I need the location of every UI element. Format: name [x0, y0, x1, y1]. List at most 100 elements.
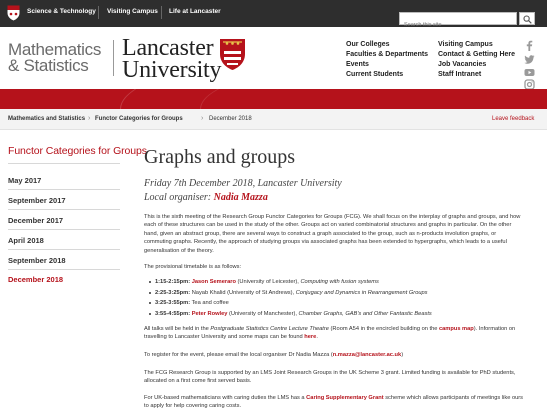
intro-line: This is the sixth meeting of the Researc… [144, 214, 521, 220]
logo-divider [113, 40, 114, 76]
header-banner-band [0, 89, 547, 109]
caring-text: For UK-based mathematicians with caring … [144, 395, 307, 401]
caring-text: scheme which allows participants of meet… [383, 395, 524, 401]
sidebar-item-may-2017[interactable]: May 2017 [8, 176, 41, 185]
support-line: The FCG Research Group is supported by a… [144, 370, 516, 376]
speaker-affiliation: (University of Leicester), [235, 279, 301, 285]
sidebar-divider [8, 209, 120, 210]
sidebar-divider [8, 269, 120, 270]
search-icon [523, 15, 532, 24]
search-box[interactable] [399, 12, 517, 31]
header-link-events[interactable]: Events [346, 60, 428, 70]
university-shield-icon[interactable] [7, 5, 20, 21]
speaker-affiliation: (University of St Andrews), [225, 290, 296, 296]
speaker-link[interactable]: Jason Semeraro [192, 279, 236, 285]
organiser-label: Local organiser: [144, 192, 212, 203]
sidebar-divider [8, 189, 120, 190]
sidebar-item-december-2018[interactable]: December 2018 [8, 275, 63, 284]
sidebar-title[interactable]: Functor Categories for Groups [8, 145, 147, 157]
schedule-time: 3:25-3:55pm: [155, 300, 191, 306]
leave-feedback-link[interactable]: Leave feedback [492, 116, 534, 122]
header-link-visiting-campus[interactable]: Visiting Campus [438, 40, 515, 50]
speaker-name: Nayab Khalid [191, 290, 226, 296]
schedule-time: 3:55-4:55pm: [155, 311, 191, 317]
venue-text: ). Information on [473, 326, 516, 332]
breadcrumb-link-maths[interactable]: Mathematics and Statistics [8, 116, 85, 122]
organiser-name: Nadia Mazza [213, 192, 268, 203]
site-header: Mathematics & Statistics Lancaster Unive… [0, 27, 547, 90]
bullet-icon [149, 280, 151, 283]
register-text: To register for the event, please email … [144, 352, 333, 358]
topbar-link-science[interactable]: Science & Technology [27, 8, 96, 15]
sidebar-divider [8, 163, 120, 164]
search-button[interactable] [519, 12, 535, 25]
sidebar-item-december-2017[interactable]: December 2017 [8, 216, 63, 225]
organiser-line: Local organiser: Nadia Mazza [144, 192, 268, 203]
breadcrumb-chevron-icon: › [201, 115, 204, 122]
university-crest-icon [220, 39, 245, 70]
header-link-staff-intranet[interactable]: Staff Intranet [438, 70, 515, 80]
intro-line: hand, given an abstract group, there are… [144, 230, 497, 237]
speaker-affiliation: (University of Manchester), [227, 311, 299, 317]
campus-map-link[interactable]: campus map [439, 326, 474, 332]
topbar-link-visiting[interactable]: Visiting Campus [107, 8, 158, 15]
venue-name: Postgraduate Statistics Centre Lecture T… [210, 326, 329, 332]
header-nav-col1: Our Colleges Faculties & Departments Eve… [346, 40, 428, 80]
bullet-icon [149, 312, 151, 315]
talk-title: Chamber Graphs, GAB's and Other Fantasti… [298, 311, 432, 317]
department-name-line2: & Statistics [8, 56, 89, 75]
header-link-contact[interactable]: Contact & Getting Here [438, 50, 515, 60]
sidebar-item-september-2018[interactable]: September 2018 [8, 256, 66, 265]
organiser-email-link[interactable]: n.mazza@lancaster.ac.uk [333, 352, 401, 358]
sidebar-divider [8, 249, 120, 250]
header-link-job-vacancies[interactable]: Job Vacancies [438, 60, 515, 70]
break-label: Tea and coffee [190, 300, 229, 306]
breadcrumb-chevron-icon: › [88, 115, 91, 122]
schedule-time: 1:15-2:15pm: [155, 279, 191, 285]
intro-line: commuting graphs. Recently, the approach… [144, 239, 507, 246]
venue-text: (Room A54 in the encircled building on t… [328, 326, 439, 332]
header-link-faculties[interactable]: Faculties & Departments [346, 50, 428, 60]
header-link-our-colleges[interactable]: Our Colleges [346, 40, 428, 50]
university-name-line2: University [122, 57, 222, 83]
speaker-link[interactable]: Peter Rowley [192, 311, 228, 317]
university-logo[interactable]: Lancaster University [122, 35, 222, 83]
support-paragraph: The FCG Research Group is supported by a… [144, 369, 539, 386]
venue-text: All talks will be held in the [144, 326, 211, 332]
caring-line: For UK-based mathematicians with caring … [144, 394, 539, 402]
register-paragraph: To register for the event, please email … [144, 351, 539, 359]
university-name-line1: Lancaster [122, 35, 214, 61]
topbar-link-life[interactable]: Life at Lancaster [169, 8, 221, 15]
youtube-icon[interactable] [524, 67, 535, 78]
bullet-icon [149, 301, 151, 304]
talk-title: Conjugacy and Dynamics in Rearrangement … [295, 290, 428, 296]
department-logo[interactable]: Mathematics & Statistics [8, 41, 101, 75]
caring-grant-link[interactable]: Caring Supplementary Grant [306, 395, 383, 401]
intro-paragraph: This is the sixth meeting of the Researc… [144, 213, 539, 255]
intro-line: generalisation of the theory. [144, 247, 214, 254]
caring-line: to apply for help covering caring costs. [144, 403, 242, 410]
twitter-icon[interactable] [524, 54, 535, 65]
register-text: ) [401, 352, 404, 358]
topbar-divider [98, 6, 99, 19]
venue-line: All talks will be held in the Postgradua… [144, 325, 539, 333]
page-title: Graphs and groups [144, 146, 296, 168]
banner-decoration [200, 89, 547, 109]
header-link-current-students[interactable]: Current Students [346, 70, 428, 80]
talk-title: Computing with fusion systems [300, 279, 379, 285]
schedule-item: 3:55-4:55pm: Peter Rowley (University of… [149, 310, 432, 318]
support-line: allocated on a first come first served b… [144, 378, 252, 385]
topbar-divider [161, 6, 162, 19]
event-date-line: Friday 7th December 2018, Lancaster Univ… [144, 178, 342, 189]
travel-info-link[interactable]: here [304, 334, 316, 340]
venue-paragraph: All talks will be held in the Postgradua… [144, 325, 539, 342]
timetable-intro: The provisional timetable is as follows: [144, 264, 242, 270]
venue-text: travelling to Lancaster University and s… [144, 334, 305, 341]
venue-line: travelling to Lancaster University and s… [144, 333, 539, 341]
breadcrumb-link-functor[interactable]: Functor Categories for Groups [95, 116, 183, 122]
facebook-icon[interactable] [524, 40, 535, 51]
sidebar-item-april-2018[interactable]: April 2018 [8, 236, 44, 245]
bullet-icon [149, 291, 151, 294]
sidebar-item-september-2017[interactable]: September 2017 [8, 196, 66, 205]
breadcrumb: Mathematics and Statistics › Functor Cat… [0, 109, 547, 130]
